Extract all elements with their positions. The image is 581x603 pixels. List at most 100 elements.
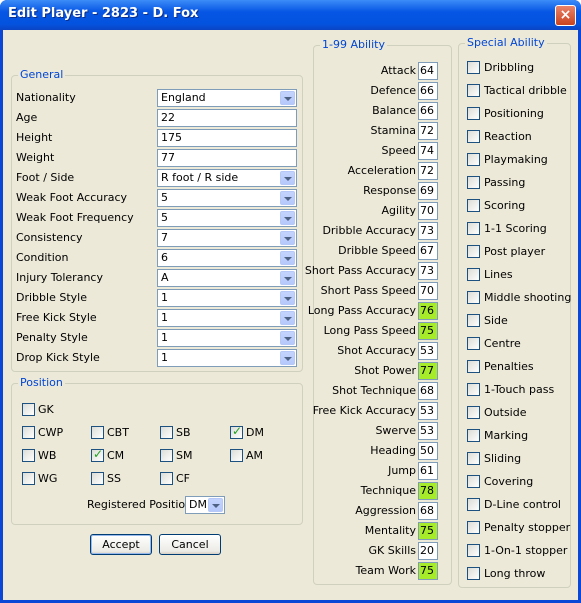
position-checkbox[interactable] — [22, 403, 35, 416]
special-ability-checkbox[interactable] — [467, 314, 480, 327]
ability-label-wrap: Mentality — [313, 523, 416, 539]
special-ability-checkbox[interactable] — [467, 84, 480, 97]
special-ability-checkbox[interactable] — [467, 567, 480, 580]
position-checkbox[interactable] — [22, 426, 35, 439]
ability-label-wrap: Shot Technique — [313, 383, 416, 399]
general-field-input[interactable]: 175 — [157, 129, 297, 147]
cancel-button[interactable]: Cancel — [159, 534, 221, 555]
position-label: CM — [107, 449, 125, 462]
general-field-value: 22 — [161, 111, 175, 124]
ability-stat-input[interactable]: 72 — [418, 122, 438, 140]
ability-stat-input[interactable]: 73 — [418, 222, 438, 240]
ability-stat-input[interactable]: 70 — [418, 282, 438, 300]
ability-stat-input[interactable]: 61 — [418, 462, 438, 480]
ability-stat-input[interactable]: 70 — [418, 202, 438, 220]
general-field-value: R foot / R side — [161, 171, 239, 184]
ability-stat-input[interactable]: 75 — [418, 522, 438, 540]
position-checkbox[interactable] — [160, 472, 173, 485]
ability-stat-input[interactable]: 20 — [418, 542, 438, 560]
ability-stat-input[interactable]: 68 — [418, 382, 438, 400]
general-field-select[interactable]: A — [157, 269, 297, 287]
special-ability-checkbox[interactable] — [467, 360, 480, 373]
special-ability-checkbox[interactable] — [467, 176, 480, 189]
general-field-select[interactable]: 1 — [157, 349, 297, 367]
special-ability-checkbox[interactable] — [467, 429, 480, 442]
ability-stat-label: Dribble Speed — [338, 244, 416, 257]
ability-stat-input[interactable]: 53 — [418, 342, 438, 360]
special-ability-checkbox[interactable] — [467, 498, 480, 511]
ability-stat-input[interactable]: 50 — [418, 442, 438, 460]
special-ability-checkbox[interactable] — [467, 383, 480, 396]
ability-stat-input[interactable]: 78 — [418, 482, 438, 500]
ability-label-wrap: Heading — [313, 443, 416, 459]
position-checkbox[interactable] — [22, 472, 35, 485]
general-field-select[interactable]: England — [157, 89, 297, 107]
special-ability-checkbox[interactable] — [467, 475, 480, 488]
general-field-input[interactable]: 77 — [157, 149, 297, 167]
special-ability-label: Penalty stopper — [484, 521, 571, 534]
ability-stat-input[interactable]: 76 — [418, 302, 438, 320]
registered-position-select[interactable]: DM — [185, 496, 225, 514]
position-checkbox[interactable] — [91, 447, 104, 462]
special-ability-checkbox[interactable] — [467, 222, 480, 235]
ability-stat-input[interactable]: 68 — [418, 502, 438, 520]
general-field-input[interactable]: 22 — [157, 109, 297, 127]
special-ability-checkbox[interactable] — [467, 291, 480, 304]
general-field-select[interactable]: R foot / R side — [157, 169, 297, 187]
ability-stat-label: Shot Technique — [332, 384, 416, 397]
position-checkbox[interactable] — [91, 426, 104, 439]
general-field-select[interactable]: 5 — [157, 189, 297, 207]
ability-stat-input[interactable]: 75 — [418, 562, 438, 580]
special-ability-checkbox[interactable] — [467, 153, 480, 166]
position-checkbox[interactable] — [91, 472, 104, 485]
ability-stat-input[interactable]: 66 — [418, 102, 438, 120]
special-ability-checkbox[interactable] — [467, 268, 480, 281]
special-ability-label: Side — [484, 314, 508, 327]
special-ability-checkbox[interactable] — [467, 130, 480, 143]
general-field-label: Condition — [16, 251, 69, 264]
position-checkbox[interactable] — [160, 449, 173, 462]
general-field-select[interactable]: 5 — [157, 209, 297, 227]
ability-stat-input[interactable]: 66 — [418, 82, 438, 100]
ability-label-wrap: Balance — [313, 103, 416, 119]
general-field-value: 1 — [161, 311, 168, 324]
special-ability-checkbox[interactable] — [467, 245, 480, 258]
ability-stat-input[interactable]: 77 — [418, 362, 438, 380]
ability-stat-input[interactable]: 67 — [418, 242, 438, 260]
special-ability-label: Lines — [484, 268, 513, 281]
accept-button[interactable]: Accept — [90, 534, 152, 555]
special-ability-checkbox[interactable] — [467, 337, 480, 350]
special-ability-checkbox[interactable] — [467, 452, 480, 465]
special-ability-checkbox[interactable] — [467, 544, 480, 557]
general-field-select[interactable]: 1 — [157, 309, 297, 327]
ability-stat-input[interactable]: 74 — [418, 142, 438, 160]
ability-stat-input[interactable]: 64 — [418, 62, 438, 80]
general-field-select[interactable]: 1 — [157, 329, 297, 347]
position-checkbox[interactable] — [230, 449, 243, 462]
ability-stat-label: Stamina — [370, 124, 416, 137]
special-ability-checkbox[interactable] — [467, 61, 480, 74]
close-button[interactable]: × — [555, 5, 576, 26]
position-checkbox[interactable] — [230, 424, 243, 439]
general-field-select[interactable]: 1 — [157, 289, 297, 307]
ability-stat-input[interactable]: 72 — [418, 162, 438, 180]
special-ability-checkbox[interactable] — [467, 199, 480, 212]
special-ability-label: Middle shooting — [484, 291, 572, 304]
general-field-label: Nationality — [16, 91, 76, 104]
ability-stat-input[interactable]: 69 — [418, 182, 438, 200]
ability-stat-input[interactable]: 73 — [418, 262, 438, 280]
general-field-select[interactable]: 6 — [157, 249, 297, 267]
general-field-select[interactable]: 7 — [157, 229, 297, 247]
title-bar[interactable]: Edit Player - 2823 - D. Fox × — [0, 0, 581, 30]
ability-stat-input[interactable]: 75 — [418, 322, 438, 340]
special-ability-checkbox[interactable] — [467, 521, 480, 534]
ability-label-wrap: Defence — [313, 83, 416, 99]
position-checkbox[interactable] — [22, 449, 35, 462]
special-ability-checkbox[interactable] — [467, 406, 480, 419]
position-checkbox[interactable] — [160, 426, 173, 439]
ability-stat-input[interactable]: 53 — [418, 402, 438, 420]
position-label: SB — [176, 426, 191, 439]
ability-stat-label: Team Work — [355, 564, 416, 577]
ability-stat-input[interactable]: 53 — [418, 422, 438, 440]
special-ability-checkbox[interactable] — [467, 107, 480, 120]
